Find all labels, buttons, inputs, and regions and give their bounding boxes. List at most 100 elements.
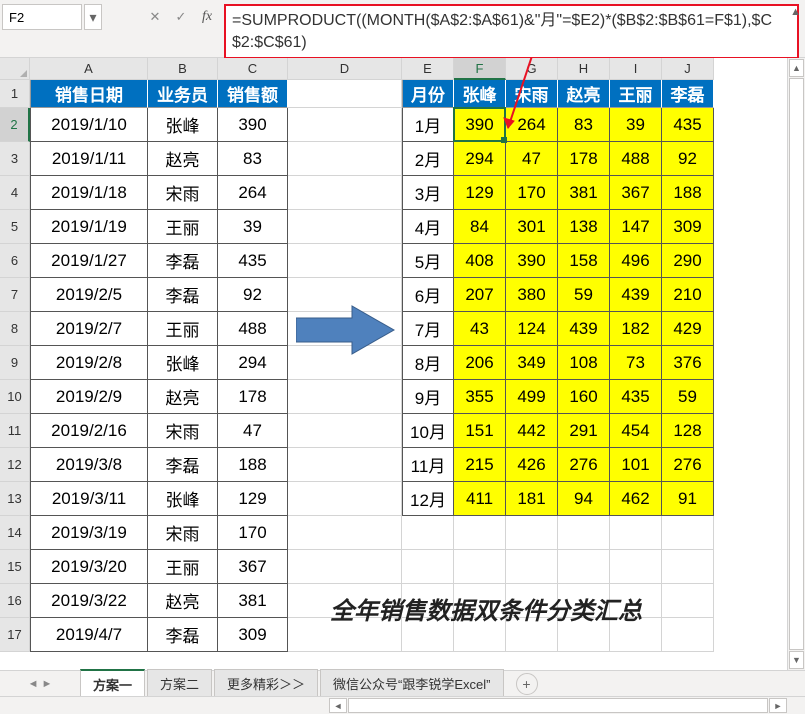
pivot-val-r9-c2[interactable]: 291 [558, 414, 610, 448]
cell-G15[interactable] [506, 550, 558, 584]
left-cell-r15-A[interactable]: 2019/3/20 [30, 550, 148, 584]
pivot-val-r5-c4[interactable]: 210 [662, 278, 714, 312]
left-cell-r12-A[interactable]: 2019/3/8 [30, 448, 148, 482]
sheet-tab-0[interactable]: 方案一 [80, 669, 145, 698]
cell-D11[interactable] [288, 414, 402, 448]
vscroll-track[interactable] [789, 78, 804, 650]
pivot-month-6[interactable]: 7月 [402, 312, 454, 346]
left-cell-r9-A[interactable]: 2019/2/8 [30, 346, 148, 380]
pivot-val-r3-c4[interactable]: 309 [662, 210, 714, 244]
scroll-left-icon[interactable]: ◄ [329, 698, 347, 713]
pivot-val-r7-c4[interactable]: 376 [662, 346, 714, 380]
pivot-val-r6-c1[interactable]: 124 [506, 312, 558, 346]
pivot-val-r8-c4[interactable]: 59 [662, 380, 714, 414]
row-header-12[interactable]: 12 [0, 448, 30, 482]
row-header-7[interactable]: 7 [0, 278, 30, 312]
cell-I14[interactable] [610, 516, 662, 550]
pivot-month-5[interactable]: 6月 [402, 278, 454, 312]
pivot-val-r7-c3[interactable]: 73 [610, 346, 662, 380]
left-cell-r6-B[interactable]: 李磊 [148, 244, 218, 278]
pivot-val-r3-c0[interactable]: 84 [454, 210, 506, 244]
pivot-val-r11-c2[interactable]: 94 [558, 482, 610, 516]
cell-D13[interactable] [288, 482, 402, 516]
pivot-val-r10-c2[interactable]: 276 [558, 448, 610, 482]
cell-I15[interactable] [610, 550, 662, 584]
left-cell-r5-C[interactable]: 39 [218, 210, 288, 244]
left-cell-r17-C[interactable]: 309 [218, 618, 288, 652]
cell-J17[interactable] [662, 618, 714, 652]
sheet-tab-3[interactable]: 微信公众号“跟李锐学Excel” [320, 669, 503, 698]
left-cell-r14-B[interactable]: 宋雨 [148, 516, 218, 550]
cell-D5[interactable] [288, 210, 402, 244]
pivot-month-3[interactable]: 4月 [402, 210, 454, 244]
pivot-val-r7-c1[interactable]: 349 [506, 346, 558, 380]
row-header-17[interactable]: 17 [0, 618, 30, 652]
row-header-5[interactable]: 5 [0, 210, 30, 244]
pivot-val-r6-c2[interactable]: 439 [558, 312, 610, 346]
row-header-16[interactable]: 16 [0, 584, 30, 618]
scroll-down-icon[interactable]: ▼ [789, 651, 804, 669]
left-cell-r17-B[interactable]: 李磊 [148, 618, 218, 652]
left-cell-r5-A[interactable]: 2019/1/19 [30, 210, 148, 244]
left-cell-r6-A[interactable]: 2019/1/27 [30, 244, 148, 278]
pivot-val-r6-c3[interactable]: 182 [610, 312, 662, 346]
pivot-val-r5-c2[interactable]: 59 [558, 278, 610, 312]
cell-H15[interactable] [558, 550, 610, 584]
row-header-8[interactable]: 8 [0, 312, 30, 346]
left-cell-r11-B[interactable]: 宋雨 [148, 414, 218, 448]
pivot-val-r5-c0[interactable]: 207 [454, 278, 506, 312]
left-cell-r12-C[interactable]: 188 [218, 448, 288, 482]
scroll-right-icon[interactable]: ► [769, 698, 787, 713]
pivot-val-r9-c0[interactable]: 151 [454, 414, 506, 448]
pivot-month-4[interactable]: 5月 [402, 244, 454, 278]
pivot-val-r3-c1[interactable]: 301 [506, 210, 558, 244]
cell-H14[interactable] [558, 516, 610, 550]
pivot-month-9[interactable]: 10月 [402, 414, 454, 448]
cell-D12[interactable] [288, 448, 402, 482]
row-header-14[interactable]: 14 [0, 516, 30, 550]
pivot-month-11[interactable]: 12月 [402, 482, 454, 516]
horizontal-scrollbar[interactable]: ◄ ► [0, 696, 805, 714]
pivot-val-r9-c3[interactable]: 454 [610, 414, 662, 448]
left-cell-r16-C[interactable]: 381 [218, 584, 288, 618]
left-cell-r7-A[interactable]: 2019/2/5 [30, 278, 148, 312]
pivot-val-r4-c3[interactable]: 496 [610, 244, 662, 278]
pivot-val-r10-c4[interactable]: 276 [662, 448, 714, 482]
enter-formula-icon[interactable]: ✓ [170, 6, 192, 28]
left-cell-r7-C[interactable]: 92 [218, 278, 288, 312]
left-cell-r15-C[interactable]: 367 [218, 550, 288, 584]
left-cell-r15-B[interactable]: 王丽 [148, 550, 218, 584]
new-sheet-button[interactable]: + [516, 673, 538, 695]
pivot-val-r10-c1[interactable]: 426 [506, 448, 558, 482]
cancel-formula-icon[interactable]: ✕ [144, 6, 166, 28]
cell-G14[interactable] [506, 516, 558, 550]
pivot-val-r7-c0[interactable]: 206 [454, 346, 506, 380]
vertical-scrollbar[interactable]: ▲ ▼ [787, 58, 805, 670]
cell-E14[interactable] [402, 516, 454, 550]
pivot-val-r4-c0[interactable]: 408 [454, 244, 506, 278]
fx-icon[interactable]: fx [196, 6, 218, 28]
pivot-val-r8-c0[interactable]: 355 [454, 380, 506, 414]
name-box-dropdown[interactable]: ▾ [84, 4, 102, 30]
cell-J16[interactable] [662, 584, 714, 618]
left-cell-r14-A[interactable]: 2019/3/19 [30, 516, 148, 550]
left-cell-r6-C[interactable]: 435 [218, 244, 288, 278]
left-cell-r8-A[interactable]: 2019/2/7 [30, 312, 148, 346]
pivot-month-10[interactable]: 11月 [402, 448, 454, 482]
left-cell-r13-A[interactable]: 2019/3/11 [30, 482, 148, 516]
left-cell-r16-B[interactable]: 赵亮 [148, 584, 218, 618]
pivot-val-r10-c0[interactable]: 215 [454, 448, 506, 482]
pivot-val-r4-c2[interactable]: 158 [558, 244, 610, 278]
left-cell-r8-C[interactable]: 488 [218, 312, 288, 346]
left-cell-r10-C[interactable]: 178 [218, 380, 288, 414]
pivot-val-r3-c2[interactable]: 138 [558, 210, 610, 244]
left-cell-r11-C[interactable]: 47 [218, 414, 288, 448]
sheet-tab-2[interactable]: 更多精彩＞＞ [214, 669, 318, 698]
row-header-6[interactable]: 6 [0, 244, 30, 278]
row-header-9[interactable]: 9 [0, 346, 30, 380]
hscroll-track[interactable] [348, 698, 768, 713]
cell-D15[interactable] [288, 550, 402, 584]
left-cell-r8-B[interactable]: 王丽 [148, 312, 218, 346]
formula-input[interactable]: =SUMPRODUCT((MONTH($A$2:$A$61)&"月"=$E2)*… [224, 4, 799, 59]
left-cell-r11-A[interactable]: 2019/2/16 [30, 414, 148, 448]
